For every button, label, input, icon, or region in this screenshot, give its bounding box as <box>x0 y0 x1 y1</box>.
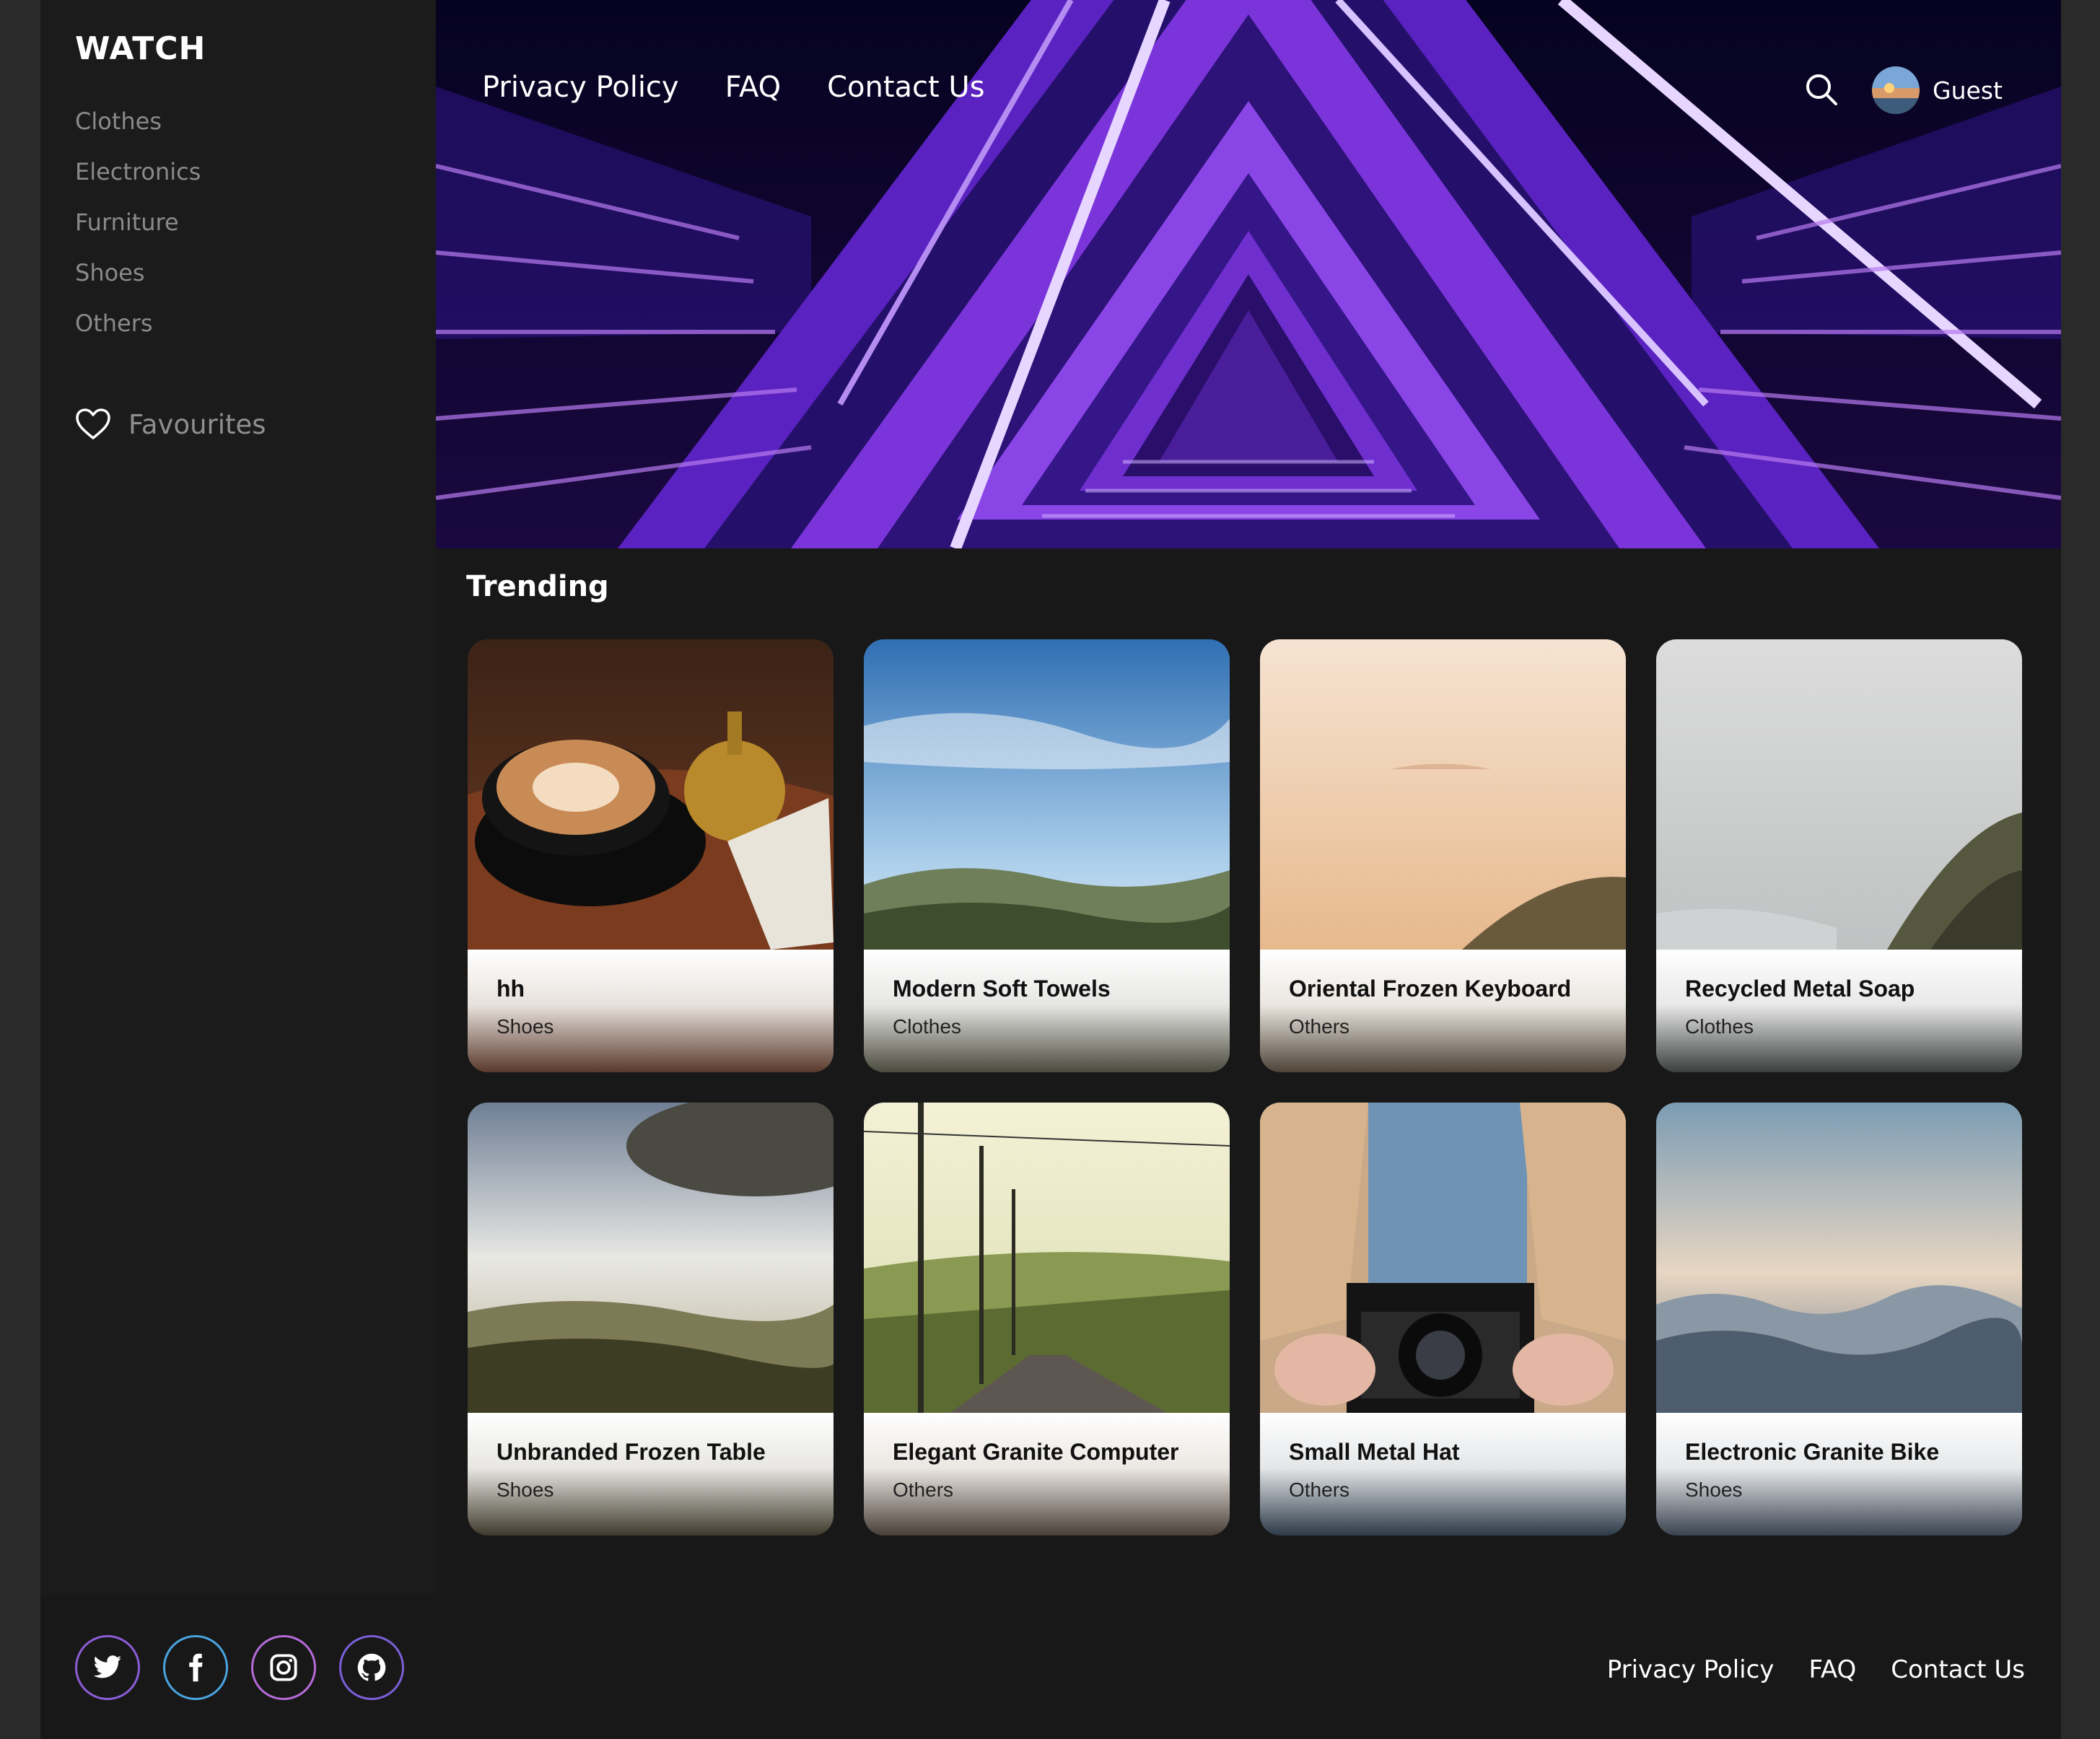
product-card[interactable]: hh Shoes <box>468 639 834 1072</box>
sidebar-item-others[interactable]: Others <box>75 309 201 359</box>
product-card[interactable]: Oriental Frozen Keyboard Others <box>1260 639 1626 1072</box>
product-image <box>468 1103 834 1413</box>
product-name: Unbranded Frozen Table <box>496 1439 766 1465</box>
section-title-trending: Trending <box>466 570 609 603</box>
product-image <box>1656 639 2022 950</box>
product-card[interactable]: Electronic Granite Bike Shoes <box>1656 1103 2022 1536</box>
instagram-button[interactable] <box>251 1635 316 1700</box>
header-nav: Privacy Policy FAQ Contact Us <box>482 71 985 104</box>
product-card[interactable]: Recycled Metal Soap Clothes <box>1656 639 2022 1072</box>
sidebar-item-electronics[interactable]: Electronics <box>75 157 201 208</box>
product-image <box>1260 639 1626 950</box>
product-card[interactable]: Modern Soft Towels Clothes <box>864 639 1230 1072</box>
footer-contact-us[interactable]: Contact Us <box>1891 1655 2025 1684</box>
search-icon <box>1806 74 1837 105</box>
facebook-icon <box>189 1653 203 1682</box>
product-info: Oriental Frozen Keyboard Others <box>1260 950 1626 1072</box>
product-info: Modern Soft Towels Clothes <box>864 950 1230 1072</box>
footer-faq[interactable]: FAQ <box>1808 1655 1856 1684</box>
github-icon <box>357 1653 386 1681</box>
heart-icon <box>76 408 110 439</box>
favourites-label: Favourites <box>128 408 266 440</box>
brand-logo[interactable]: WATCH <box>75 30 206 67</box>
product-category: Shoes <box>1685 1479 1743 1501</box>
favourites-link[interactable]: Favourites <box>75 408 266 441</box>
product-category: Others <box>893 1479 954 1501</box>
product-card[interactable]: Unbranded Frozen Table Shoes <box>468 1103 834 1536</box>
product-category: Clothes <box>893 1015 961 1038</box>
user-menu[interactable]: Guest <box>1872 66 2003 114</box>
product-info: Electronic Granite Bike Shoes <box>1656 1413 2022 1536</box>
product-card[interactable]: Small Metal Hat Others <box>1260 1103 1626 1536</box>
product-name: hh <box>496 976 525 1002</box>
nav-contact-us[interactable]: Contact Us <box>827 71 984 104</box>
product-info: Elegant Granite Computer Others <box>864 1413 1230 1536</box>
product-name: Recycled Metal Soap <box>1685 976 1915 1002</box>
product-category: Shoes <box>496 1479 554 1501</box>
sidebar-item-shoes[interactable]: Shoes <box>75 258 201 309</box>
product-image <box>864 639 1230 950</box>
product-image <box>864 1103 1230 1413</box>
product-category: Clothes <box>1685 1015 1754 1038</box>
instagram-icon <box>270 1654 297 1681</box>
facebook-button[interactable] <box>163 1635 228 1700</box>
product-card[interactable]: Elegant Granite Computer Others <box>864 1103 1230 1536</box>
product-category: Others <box>1289 1015 1350 1038</box>
sidebar-item-clothes[interactable]: Clothes <box>75 107 201 157</box>
user-name: Guest <box>1933 76 2003 105</box>
product-name: Oriental Frozen Keyboard <box>1289 976 1572 1002</box>
product-category: Shoes <box>496 1015 554 1038</box>
twitter-button[interactable] <box>75 1635 140 1700</box>
product-grid: hh Shoes Modern Soft Towels Clothes Orie… <box>468 639 2024 1536</box>
nav-faq[interactable]: FAQ <box>725 71 781 104</box>
github-button[interactable] <box>339 1635 404 1700</box>
product-info: Small Metal Hat Others <box>1260 1413 1626 1536</box>
category-list: Clothes Electronics Furniture Shoes Othe… <box>75 107 201 359</box>
social-links <box>75 1635 404 1700</box>
search-button[interactable] <box>1804 72 1839 107</box>
sidebar: WATCH Clothes Electronics Furniture Shoe… <box>40 0 436 1595</box>
product-name: Modern Soft Towels <box>893 976 1111 1002</box>
nav-privacy-policy[interactable]: Privacy Policy <box>482 71 679 104</box>
product-info: Recycled Metal Soap Clothes <box>1656 950 2022 1072</box>
product-info: hh Shoes <box>468 950 834 1072</box>
footer-privacy-policy[interactable]: Privacy Policy <box>1607 1655 1775 1684</box>
product-name: Elegant Granite Computer <box>893 1439 1179 1465</box>
product-image <box>1656 1103 2022 1413</box>
product-info: Unbranded Frozen Table Shoes <box>468 1413 834 1536</box>
product-name: Small Metal Hat <box>1289 1439 1460 1465</box>
twitter-icon <box>93 1655 122 1678</box>
avatar <box>1872 66 1920 114</box>
product-image <box>468 639 834 950</box>
footer-nav: Privacy Policy FAQ Contact Us <box>1607 1655 2025 1684</box>
hero-banner: Privacy Policy FAQ Contact Us Guest <box>436 0 2061 548</box>
product-image <box>1260 1103 1626 1413</box>
sidebar-item-furniture[interactable]: Furniture <box>75 208 201 258</box>
product-name: Electronic Granite Bike <box>1685 1439 1940 1465</box>
app-root: WATCH Clothes Electronics Furniture Shoe… <box>40 0 2061 1739</box>
product-category: Others <box>1289 1479 1350 1501</box>
